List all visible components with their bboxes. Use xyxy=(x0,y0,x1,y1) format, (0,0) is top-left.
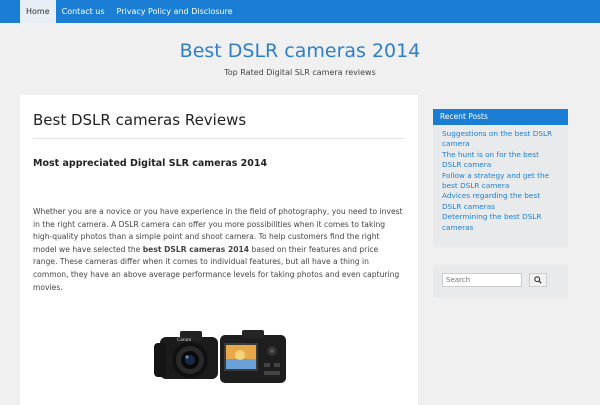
search-button[interactable] xyxy=(529,273,547,287)
site-title[interactable]: Best DSLR cameras 2014 xyxy=(0,40,600,62)
recent-post-link[interactable]: Follow a strategy and get the best DSLR … xyxy=(442,171,559,192)
recent-post-link[interactable]: Determining the best DSLR cameras xyxy=(442,212,559,233)
post-subtitle: Most appreciated Digital SLR cameras 201… xyxy=(33,158,268,169)
recent-post-link[interactable]: Advices regarding the best DSLR cameras xyxy=(442,191,559,212)
site-tagline: Top Rated Digital SLR camera reviews xyxy=(224,68,376,77)
camera-image: Canon xyxy=(150,327,290,391)
nav-item-privacy[interactable]: Privacy Policy and Disclosure xyxy=(111,0,239,23)
recent-posts-widget: Recent Posts Suggestions on the best DSL… xyxy=(433,109,568,247)
recent-posts-list: Suggestions on the best DSLR camera The … xyxy=(433,125,568,233)
post-body: Whether you are a novice or you have exp… xyxy=(33,206,403,294)
search-widget xyxy=(433,265,568,298)
nav-item-home[interactable]: Home xyxy=(20,0,56,23)
recent-post-link[interactable]: The hunt is on for the best DSLR camera xyxy=(442,150,559,171)
post-title: Best DSLR cameras Reviews xyxy=(33,111,247,129)
recent-post-link[interactable]: Suggestions on the best DSLR camera xyxy=(442,129,559,150)
camera-brand: Canon xyxy=(177,337,192,343)
search-input[interactable] xyxy=(442,273,522,287)
search-icon xyxy=(534,276,542,284)
nav-item-contact[interactable]: Contact us xyxy=(56,0,111,23)
divider xyxy=(33,138,405,139)
main-content: Best DSLR cameras Reviews Most appreciat… xyxy=(20,95,418,405)
top-nav: Home Contact us Privacy Policy and Discl… xyxy=(0,0,600,23)
post-body-bold: best DSLR cameras 2014 xyxy=(142,244,250,254)
camera-illustration: Canon xyxy=(154,330,286,383)
recent-posts-title: Recent Posts xyxy=(433,109,568,125)
